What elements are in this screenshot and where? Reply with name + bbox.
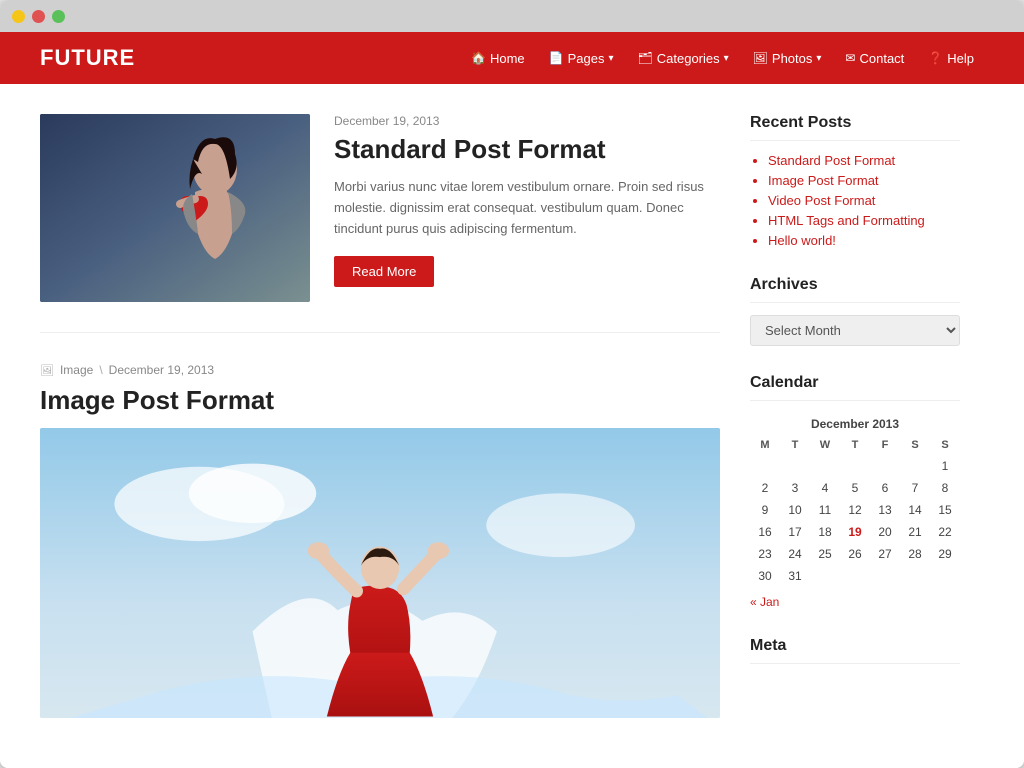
chevron-down-icon: ▾ xyxy=(724,53,729,64)
categories-icon: 🗂 xyxy=(638,51,653,65)
nav-contact[interactable]: ✉ Contact xyxy=(835,45,914,72)
close-dot[interactable] xyxy=(12,10,25,23)
nav-categories[interactable]: 🗂 Categories ▾ xyxy=(628,45,739,72)
meta-separator: \ xyxy=(99,363,102,377)
archives-title: Archives xyxy=(750,276,960,303)
site-header: FUTURE 🏠 Home 📄 Pages ▾ 🗂 Categories ▾ 🖼… xyxy=(0,32,1024,84)
contact-icon: ✉ xyxy=(845,51,855,65)
table-row: 16171819202122 xyxy=(750,521,960,543)
list-item[interactable]: HTML Tags and Formatting xyxy=(768,213,960,228)
calendar-month: December 2013 xyxy=(750,413,960,435)
post-image-format: 🖼 Image \ December 19, 2013 Image Post F… xyxy=(40,363,720,718)
post-thumbnail xyxy=(40,114,310,302)
post-content-standard: December 19, 2013 Standard Post Format M… xyxy=(334,114,720,302)
maximize-dot[interactable] xyxy=(52,10,65,23)
cal-header-f: F xyxy=(870,435,900,455)
table-row: 23242526272829 xyxy=(750,543,960,565)
post-standard: December 19, 2013 Standard Post Format M… xyxy=(40,114,720,333)
recent-posts-title: Recent Posts xyxy=(750,114,960,141)
post-category: Image xyxy=(60,363,93,377)
post-title-image: Image Post Format xyxy=(40,385,720,416)
post-title-standard: Standard Post Format xyxy=(334,134,720,165)
nav-photos[interactable]: 🖼 Photos ▾ xyxy=(743,45,832,72)
image-meta-icon: 🖼 xyxy=(40,364,54,377)
meta-section: Meta xyxy=(750,637,960,664)
browser-titlebar xyxy=(0,0,1024,32)
post-image-standard xyxy=(40,114,310,302)
nav-help[interactable]: ❓ Help xyxy=(918,45,984,72)
help-icon: ❓ xyxy=(928,51,943,65)
nav-menu: 🏠 Home 📄 Pages ▾ 🗂 Categories ▾ 🖼 Photos… xyxy=(461,45,984,72)
photos-icon: 🖼 xyxy=(753,51,768,65)
post-date-image: December 19, 2013 xyxy=(109,363,214,377)
meta-title: Meta xyxy=(750,637,960,664)
cal-header-w: W xyxy=(810,435,840,455)
post-excerpt-standard: Morbi varius nunc vitae lorem vestibulum… xyxy=(334,177,720,239)
calendar-table: December 2013 M T W T F S S xyxy=(750,413,960,587)
cal-header-m: M xyxy=(750,435,780,455)
site-logo[interactable]: FUTURE xyxy=(40,45,135,71)
main-content: December 19, 2013 Standard Post Format M… xyxy=(0,84,1024,768)
table-row: 9101112131415 xyxy=(750,499,960,521)
list-item[interactable]: Standard Post Format xyxy=(768,153,960,168)
content-area: December 19, 2013 Standard Post Format M… xyxy=(40,114,720,738)
chevron-down-icon: ▾ xyxy=(816,53,821,64)
chevron-down-icon: ▾ xyxy=(609,53,614,64)
read-more-button[interactable]: Read More xyxy=(334,256,434,287)
table-row: 3031 xyxy=(750,565,960,587)
table-row: 2345678 xyxy=(750,477,960,499)
list-item[interactable]: Image Post Format xyxy=(768,173,960,188)
nav-home[interactable]: 🏠 Home xyxy=(461,45,535,72)
recent-posts-section: Recent Posts Standard Post Format Image … xyxy=(750,114,960,248)
nav-pages[interactable]: 📄 Pages ▾ xyxy=(539,45,624,72)
archives-select[interactable]: Select Month January 2014 December 2013 … xyxy=(750,315,960,346)
cal-header-s1: S xyxy=(900,435,930,455)
calendar-linked-day[interactable]: 19 xyxy=(840,521,870,543)
pages-icon: 📄 xyxy=(549,51,564,65)
post-date-standard: December 19, 2013 xyxy=(334,114,720,128)
home-icon: 🏠 xyxy=(471,51,486,65)
archives-section: Archives Select Month January 2014 Decem… xyxy=(750,276,960,346)
post-image-container xyxy=(40,428,720,718)
calendar-title: Calendar xyxy=(750,374,960,401)
cal-header-s2: S xyxy=(930,435,960,455)
list-item[interactable]: Hello world! xyxy=(768,233,960,248)
cal-header-t2: T xyxy=(840,435,870,455)
calendar-nav-prev[interactable]: « Jan xyxy=(750,595,960,609)
list-item[interactable]: Video Post Format xyxy=(768,193,960,208)
browser-window: FUTURE 🏠 Home 📄 Pages ▾ 🗂 Categories ▾ 🖼… xyxy=(0,0,1024,768)
recent-posts-list: Standard Post Format Image Post Format V… xyxy=(750,153,960,248)
minimize-dot[interactable] xyxy=(32,10,45,23)
table-row: 1 xyxy=(750,455,960,477)
post-meta-bar: 🖼 Image \ December 19, 2013 xyxy=(40,363,720,377)
calendar-section: Calendar December 2013 M T W T F S xyxy=(750,374,960,609)
cal-header-t1: T xyxy=(780,435,810,455)
sidebar: Recent Posts Standard Post Format Image … xyxy=(750,114,960,738)
